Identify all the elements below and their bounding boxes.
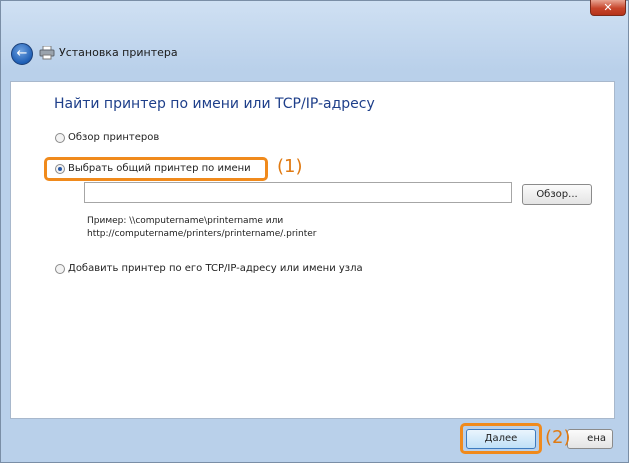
close-icon: ✕: [603, 1, 613, 14]
example-line-1: Пример: \\computername\printername или: [87, 216, 284, 226]
callout-2: (2): [545, 427, 571, 448]
browse-button[interactable]: Обзор...: [522, 184, 592, 205]
window-title: Установка принтера: [59, 46, 178, 59]
close-button[interactable]: ✕: [590, 0, 626, 16]
printer-name-input[interactable]: [84, 182, 512, 203]
highlight-box-1: [44, 157, 268, 181]
browse-printers-label[interactable]: Обзор принтеров: [68, 132, 159, 144]
callout-1: (1): [277, 156, 303, 177]
back-arrow-icon: ←: [16, 46, 28, 61]
cancel-button[interactable]: ена: [567, 429, 613, 449]
browse-printers-radio[interactable]: [55, 133, 65, 143]
tcpip-label[interactable]: Добавить принтер по его TCP/IP-адресу ил…: [68, 263, 363, 275]
tcpip-radio[interactable]: [55, 264, 65, 274]
page-heading: Найти принтер по имени или TCP/IP-адресу: [54, 96, 375, 112]
back-button[interactable]: ←: [11, 43, 33, 65]
example-line-2: http://computername/printers/printername…: [87, 229, 317, 239]
printer-icon: [39, 46, 55, 60]
highlight-box-2: [460, 423, 542, 454]
